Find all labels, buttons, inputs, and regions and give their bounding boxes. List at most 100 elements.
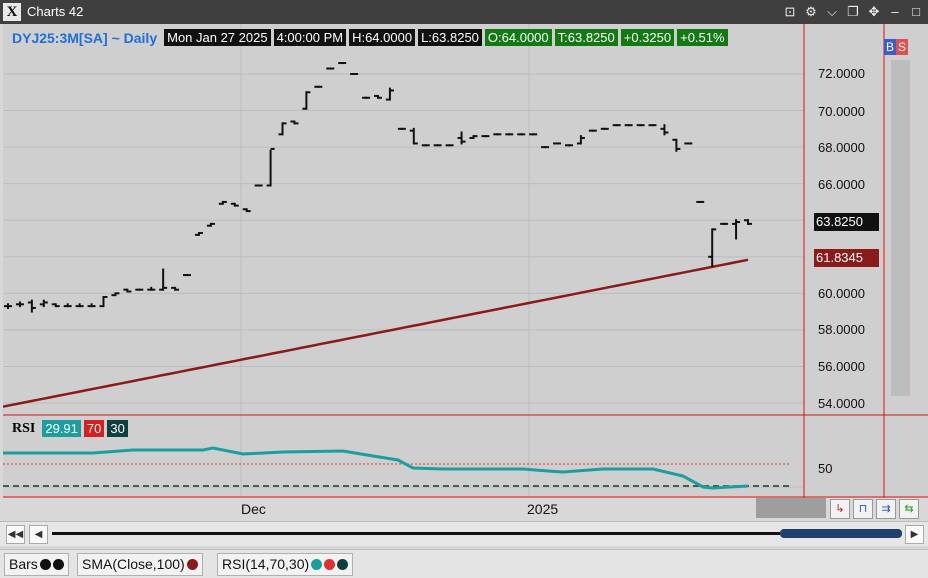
price-bar <box>445 144 454 147</box>
move-icon[interactable]: ✥ <box>866 3 882 21</box>
chart-header: DYJ25:3M[SA] ~ Daily Mon Jan 27 2025 4:0… <box>12 29 728 46</box>
legend-rsi[interactable]: RSI(14,70,30) <box>217 553 354 576</box>
price-bar <box>75 303 84 308</box>
price-bar <box>529 133 538 136</box>
price-bar <box>242 208 251 213</box>
price-bar <box>15 301 24 308</box>
price-bar <box>4 303 12 309</box>
app-logo: X <box>3 3 21 21</box>
price-bar <box>230 202 239 207</box>
y-tick-label: 66.0000 <box>818 177 865 192</box>
high-label: H:64.0000 <box>349 29 416 46</box>
price-bar <box>194 232 203 236</box>
x-tick-label: Dec <box>241 501 266 517</box>
price-bar <box>517 133 526 136</box>
sell-button[interactable]: S <box>896 39 908 55</box>
sma-path <box>3 258 749 408</box>
price-bar <box>63 303 72 308</box>
scroll-thumb[interactable] <box>780 529 902 538</box>
time-label: 4:00:00 PM <box>273 29 347 46</box>
expand-icon[interactable]: ⇆ <box>899 499 919 519</box>
change-label: +0.3250 <box>620 29 675 46</box>
zoom-out-icon[interactable]: ⊓ <box>853 499 873 519</box>
price-bar <box>302 91 311 110</box>
sma-line <box>3 258 749 408</box>
price-bar <box>672 138 681 152</box>
price-bar <box>600 127 609 130</box>
buy-sell-buttons: B S <box>884 39 908 55</box>
color-dot-icon <box>311 559 323 570</box>
link-icon[interactable]: ⊡ <box>782 3 798 21</box>
color-dot-icon <box>52 559 64 570</box>
legend-bars[interactable]: Bars <box>4 553 69 576</box>
chevron-down-icon[interactable]: ⌵ <box>824 3 840 21</box>
price-bar <box>553 142 562 145</box>
price-bar <box>732 219 741 240</box>
price-bar <box>409 127 418 145</box>
sma-price-tag: 61.8345 <box>814 249 879 267</box>
price-bar <box>39 299 48 308</box>
scroll-track[interactable] <box>52 532 780 535</box>
rsi-value: 29.91 <box>42 420 81 437</box>
window-titlebar: X Charts 42 ⊡ ⚙ ⌵ ❐ ✥ – □ <box>0 0 928 24</box>
price-bar <box>314 85 323 88</box>
scroll-right-icon[interactable]: ▶ <box>905 525 924 544</box>
price-bar <box>171 286 180 291</box>
scroll-gap-block <box>756 498 826 518</box>
price-bar <box>218 200 227 205</box>
price-chart[interactable] <box>3 24 928 498</box>
price-bar <box>397 127 406 130</box>
price-bar <box>350 73 359 75</box>
color-dot-icon <box>186 559 198 570</box>
rsi-lower-value: 30 <box>107 420 128 437</box>
last-price-tag: 63.8250 <box>814 213 879 231</box>
rsi-title[interactable]: RSI <box>12 421 35 437</box>
price-bar <box>99 295 108 308</box>
scroll-left-icon[interactable]: ◀ <box>29 525 48 544</box>
price-bar <box>27 299 36 313</box>
last-label: T:63.8250 <box>554 29 618 46</box>
rsi-axis-label: 50 <box>818 461 833 476</box>
price-bar <box>374 94 382 99</box>
price-bar <box>588 129 597 132</box>
price-bar <box>720 222 729 225</box>
price-bar <box>636 124 645 127</box>
price-bar <box>469 135 478 139</box>
price-bar <box>457 131 466 145</box>
price-bar <box>708 228 717 267</box>
price-bar <box>87 303 96 308</box>
copy-icon[interactable]: ❐ <box>845 3 861 21</box>
zoom-in-icon[interactable]: ↳ <box>830 499 850 519</box>
price-bar <box>696 200 705 203</box>
price-bars <box>4 62 752 313</box>
y-tick-label: 68.0000 <box>818 140 865 155</box>
price-bar <box>493 133 502 136</box>
legend-bars-label: Bars <box>9 556 38 572</box>
price-bar <box>51 303 60 308</box>
maximize-icon[interactable]: □ <box>908 3 924 21</box>
x-tick-label: 2025 <box>527 501 559 517</box>
legend-sma-label: SMA(Close,100) <box>82 556 185 572</box>
price-bar <box>123 288 132 293</box>
price-bar <box>338 62 347 65</box>
legend-rsi-label: RSI(14,70,30) <box>222 556 310 572</box>
time-scroll-row: ◀◀ ◀ ▶ <box>0 521 928 546</box>
y-tick-label: 56.0000 <box>818 359 865 374</box>
buy-button[interactable]: B <box>884 39 896 55</box>
y-tick-label: 60.0000 <box>818 286 865 301</box>
minimize-icon[interactable]: – <box>887 3 903 21</box>
gear-icon[interactable]: ⚙ <box>803 3 819 21</box>
price-bar <box>135 288 144 291</box>
compress-icon[interactable]: ⇉ <box>876 499 896 519</box>
scroll-start-icon[interactable]: ◀◀ <box>6 525 25 544</box>
price-bar <box>278 122 287 136</box>
symbol-label[interactable]: DYJ25:3M[SA] ~ Daily <box>12 30 157 46</box>
price-bar <box>266 147 275 187</box>
price-bar <box>684 142 693 145</box>
color-dot-icon <box>337 559 349 570</box>
chart-area[interactable]: DYJ25:3M[SA] ~ Daily Mon Jan 27 2025 4:0… <box>3 24 928 517</box>
price-bar <box>421 144 430 147</box>
price-bar <box>505 133 514 136</box>
legend-sma[interactable]: SMA(Close,100) <box>77 553 203 576</box>
price-bar <box>159 268 168 291</box>
